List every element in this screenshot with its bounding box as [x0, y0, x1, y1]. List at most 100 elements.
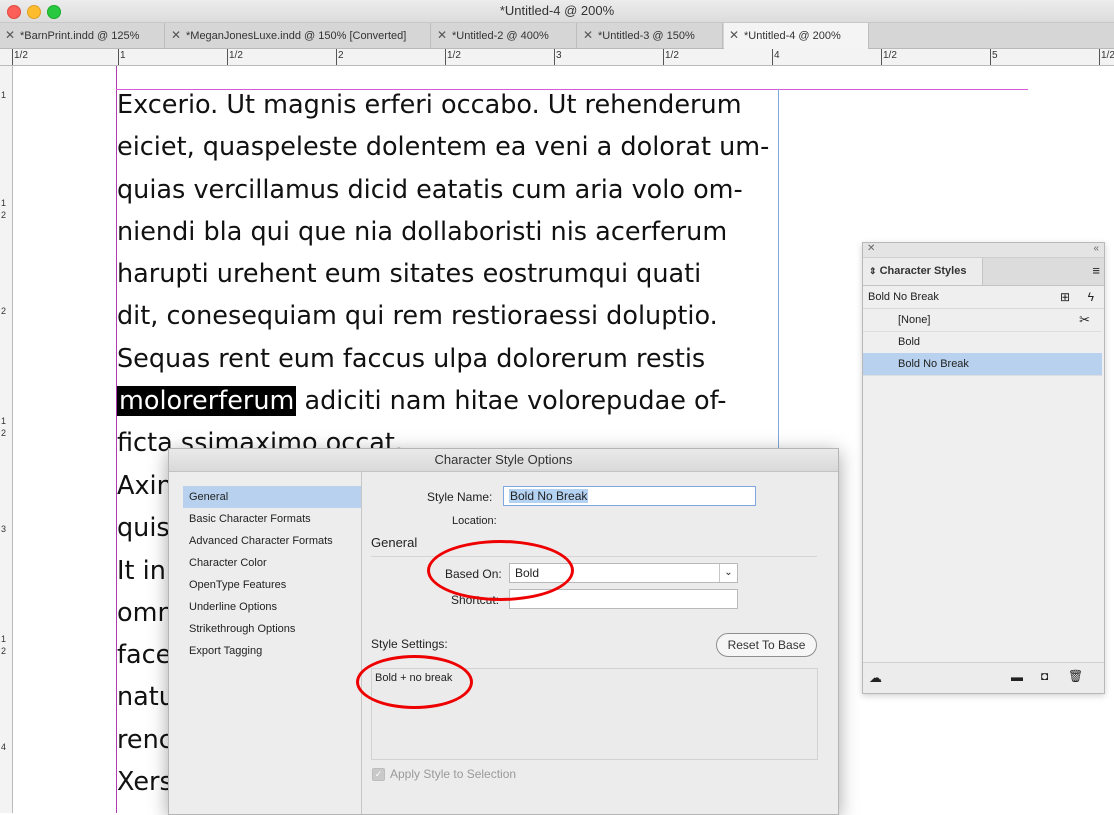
style-item-bold-no-break[interactable]: Bold No Break	[863, 353, 1102, 376]
ruler-label: 1	[1, 634, 7, 644]
title-bar: *Untitled-4 @ 200%	[0, 0, 1114, 23]
dialog-category-list: General Basic Character Formats Advanced…	[169, 472, 362, 814]
tab-character-styles[interactable]: ⇕ Character Styles	[863, 258, 983, 285]
text-line: harupti urehent eum sitates eostrumqui q…	[117, 259, 702, 290]
tab-label: *Untitled-3 @ 150%	[598, 30, 695, 42]
panel-footer: ☁ ▬ ◘ 🗑	[863, 662, 1104, 693]
tab-close-icon[interactable]: ✕	[578, 23, 598, 48]
tab-close-icon[interactable]: ✕	[724, 23, 744, 48]
tab-label: *BarnPrint.indd @ 125%	[20, 30, 140, 42]
new-style-icon[interactable]: ⊞	[1060, 286, 1070, 308]
style-settings-label: Style Settings:	[371, 637, 448, 651]
annotation-circle-based-on	[427, 540, 574, 601]
text-line: Excerio. Ut magnis erferi occabo. Ut reh…	[117, 90, 742, 120]
tab-label: *Untitled-2 @ 400%	[452, 30, 549, 42]
text-line: eiciet, quaspeleste dolentem ea veni a d…	[117, 132, 770, 163]
ruler-label: 3	[1, 524, 7, 534]
tab-label: *MeganJonesLuxe.indd @ 150% [Converted]	[186, 30, 407, 42]
style-item-label: [None]	[898, 314, 931, 326]
nav-opentype-features[interactable]: OpenType Features	[183, 574, 361, 596]
close-icon[interactable]: ✕	[867, 243, 875, 254]
ruler-label: 2	[1, 646, 7, 656]
remove-style-icon: ✂	[1079, 312, 1090, 327]
ruler-label: 1/2	[447, 50, 461, 61]
horizontal-ruler[interactable]: 1/2 1 1/2 2 1/2 3 1/2 4 1/2 5 1/2	[0, 49, 1114, 66]
ruler-label: 1	[1, 198, 7, 208]
style-name-value: Bold No Break	[509, 489, 589, 503]
trash-icon[interactable]: 🗑	[1068, 669, 1083, 683]
character-styles-panel: ✕ « ⇕ Character Styles ≡ Bold No Break ⊞…	[862, 242, 1105, 694]
ruler-label: 1/2	[1101, 50, 1114, 61]
text-line: quias vercillamus dicid eatatis cum aria…	[117, 174, 743, 205]
ruler-label: 1/2	[665, 50, 679, 61]
current-style-name: Bold No Break	[868, 291, 939, 303]
text-frame-edge	[778, 89, 779, 449]
document-tab-bar: ✕ *BarnPrint.indd @ 125% ✕ *MeganJonesLuxe…	[0, 23, 1114, 49]
current-style-row: Bold No Break ⊞ ϟ	[863, 286, 1104, 309]
ruler-label: 1	[120, 50, 126, 61]
ruler-label: 2	[1, 428, 7, 438]
folder-icon[interactable]: ▬	[1011, 670, 1023, 684]
tab-close-icon[interactable]: ✕	[166, 23, 186, 48]
tab-meganjonesluxe[interactable]: ✕ *MeganJonesLuxe.indd @ 150% [Converted]	[166, 23, 431, 48]
ruler-label: 1/2	[229, 50, 243, 61]
text-line: dit, conesequiam qui rem restioraessi do…	[117, 301, 718, 332]
ruler-label: 5	[992, 50, 998, 61]
nav-character-color[interactable]: Character Color	[183, 552, 361, 574]
style-name-field[interactable]: Bold No Break	[503, 486, 756, 506]
selected-text[interactable]: molorerferum	[117, 386, 297, 417]
ruler-label: 2	[338, 50, 344, 61]
tab-untitled-3[interactable]: ✕ *Untitled-3 @ 150%	[578, 23, 723, 48]
panel-tab-row: ⇕ Character Styles ≡	[863, 258, 1104, 286]
tab-barnprint[interactable]: ✕ *BarnPrint.indd @ 125%	[0, 23, 165, 48]
tab-label: *Untitled-4 @ 200%	[744, 30, 841, 42]
tab-stepper-icon: ⇕	[869, 266, 877, 276]
new-item-icon[interactable]: ◘	[1041, 669, 1048, 683]
nav-strikethrough-options[interactable]: Strikethrough Options	[183, 618, 361, 640]
tab-close-icon[interactable]: ✕	[432, 23, 452, 48]
nav-basic-character-formats[interactable]: Basic Character Formats	[183, 508, 361, 530]
nav-underline-options[interactable]: Underline Options	[183, 596, 361, 618]
tab-untitled-4[interactable]: ✕ *Untitled-4 @ 200%	[724, 23, 869, 49]
text-frame[interactable]: Excerio. Ut magnis erferi occabo. Ut reh…	[117, 84, 778, 464]
style-item-bold[interactable]: Bold	[863, 331, 1102, 354]
ruler-label: 4	[1, 742, 7, 752]
ruler-label: 4	[774, 50, 780, 61]
tab-close-icon[interactable]: ✕	[0, 23, 20, 48]
ruler-label: 3	[556, 50, 562, 61]
ruler-label: 1	[1, 416, 7, 426]
nav-general[interactable]: General	[183, 486, 361, 508]
section-title: General	[371, 535, 418, 550]
style-item-label: Bold No Break	[898, 358, 969, 370]
cc-libraries-icon[interactable]: ☁	[869, 670, 882, 686]
panel-menu-icon[interactable]: ≡	[1092, 264, 1100, 277]
ruler-label: 2	[1, 210, 7, 220]
nav-export-tagging[interactable]: Export Tagging	[183, 640, 361, 662]
collapse-icon[interactable]: «	[1093, 243, 1099, 254]
tab-untitled-2[interactable]: ✕ *Untitled-2 @ 400%	[432, 23, 577, 48]
apply-style-checkbox[interactable]: ✓	[372, 768, 385, 781]
panel-title: Character Styles	[879, 265, 967, 277]
chevron-down-icon: ⌄	[719, 564, 737, 582]
window-title: *Untitled-4 @ 200%	[499, 3, 615, 18]
clear-overrides-icon[interactable]: ϟ	[1088, 286, 1094, 308]
text-line: Sequas rent eum faccus ulpa dolorerum re…	[117, 343, 706, 374]
annotation-circle-settings	[356, 655, 473, 709]
ruler-label: 2	[1, 306, 7, 316]
nav-advanced-character-formats[interactable]: Advanced Character Formats	[183, 530, 361, 552]
character-style-options-dialog: Character Style Options General Basic Ch…	[168, 448, 839, 815]
vertical-ruler[interactable]: 1 1 2 2 3 1 2 1 2 4	[0, 66, 13, 813]
panel-header-strip: ✕ «	[863, 243, 1104, 258]
style-item-label: Bold	[898, 336, 921, 348]
ruler-label: 1/2	[883, 50, 897, 61]
dialog-title: Character Style Options	[169, 449, 838, 472]
ruler-label: 1	[1, 90, 7, 100]
text-line-with-selection: molorerferum adiciti nam hitae volorepud…	[117, 380, 778, 422]
text-line: niendi bla qui que nia dollaboristi nis …	[117, 216, 728, 247]
style-name-label: Style Name:	[427, 490, 493, 504]
apply-style-label: Apply Style to Selection	[390, 767, 517, 781]
location-label: Location:	[452, 515, 497, 527]
ruler-label: 1/2	[14, 50, 28, 61]
style-item-none[interactable]: [None] ✂	[863, 309, 1102, 332]
reset-to-base-button[interactable]: Reset To Base	[716, 633, 817, 657]
